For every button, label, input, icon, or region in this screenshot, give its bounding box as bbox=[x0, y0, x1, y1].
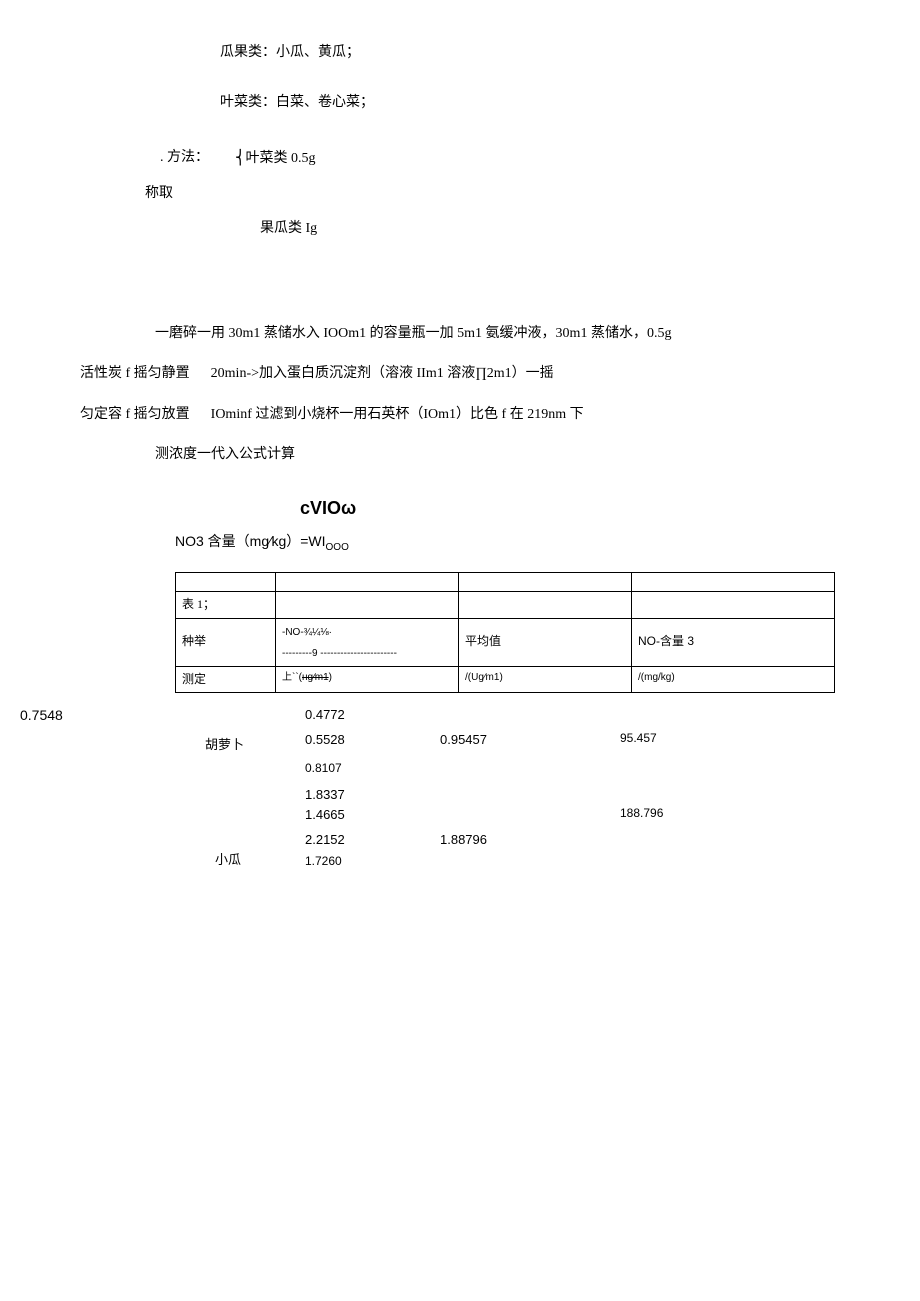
side-value: 0.7548 bbox=[20, 703, 63, 728]
step-3: 匀定容 f 摇匀放置 IOminf 过滤到小烧杯一用石英杯（IOm1）比色 f … bbox=[80, 402, 860, 427]
table-row: 测定 上``(нg∕m1) /(Ug∕m1) /(mg/kg) bbox=[176, 666, 835, 693]
weigh-label: 称取 bbox=[145, 181, 860, 206]
cell-measure: 测定 bbox=[176, 666, 276, 693]
no3-formula: NO3 含量（mg∕kg）=WIOOO bbox=[175, 529, 860, 557]
sample-melon: 小瓜 bbox=[215, 848, 241, 871]
formula-cviow: cVΙOω bbox=[300, 492, 860, 524]
table-row: 表 1； bbox=[176, 592, 835, 619]
average: 1.88796 bbox=[440, 828, 487, 851]
average: 0.95457 bbox=[440, 728, 487, 751]
cell-unit-2: /(Ug∕m1) bbox=[459, 666, 632, 693]
step-2: 活性炭 f 摇匀静置 20min->加入蛋白质沉淀剂（溶液 IIm1 溶液∏2m… bbox=[80, 361, 860, 386]
leaf-amount: ⎨叶菜类 0.5g bbox=[235, 146, 860, 171]
data-values-area: 0.7548 0.4772 胡萝卜 0.5528 0.95457 95.457 … bbox=[60, 703, 860, 953]
sample-carrot: 胡萝卜 bbox=[205, 733, 244, 756]
content: 188.796 bbox=[620, 803, 663, 825]
col-average: 平均值 bbox=[459, 618, 632, 666]
reading: 0.5528 bbox=[305, 728, 345, 751]
col-species: 种举 bbox=[176, 618, 276, 666]
step-1: 一磨碎一用 30m1 蒸储水入 IOOm1 的容量瓶一加 5m1 氨缓冲液，30… bbox=[155, 321, 860, 346]
cell-unit-3: /(mg/kg) bbox=[632, 666, 835, 693]
reading: 1.7260 bbox=[305, 851, 342, 873]
reading: 0.4772 bbox=[305, 703, 345, 726]
reading: 0.8107 bbox=[305, 758, 342, 780]
melon-class-text: 瓜果类：小瓜、黄瓜； bbox=[220, 40, 860, 65]
table-row bbox=[176, 573, 835, 592]
leaf-class-text: 叶菜类：白菜、卷心菜； bbox=[220, 90, 860, 115]
table-title-cell: 表 1； bbox=[176, 592, 276, 619]
formula-block: cVΙOω NO3 含量（mg∕kg）=WIOOO bbox=[60, 492, 860, 557]
step-4: 测浓度一代入公式计算 bbox=[155, 442, 860, 467]
fruit-amount: 果瓜类 Ig bbox=[260, 216, 860, 241]
data-table-header: 表 1； 种举 -NO-¾¼⅛· ---------9 ------------… bbox=[175, 572, 835, 693]
col-no-content: NO-含量 3 bbox=[632, 618, 835, 666]
no3-formula-sub: OOO bbox=[326, 542, 349, 553]
content: 95.457 bbox=[620, 728, 657, 750]
reading: 2.2152 bbox=[305, 828, 345, 851]
reading: 1.4665 bbox=[305, 803, 345, 826]
no3-formula-main: NO3 含量（mg∕kg）=WI bbox=[175, 533, 326, 549]
table-row: 种举 -NO-¾¼⅛· ---------9 -----------------… bbox=[176, 618, 835, 666]
col-no-header: -NO-¾¼⅛· ---------9 --------------------… bbox=[276, 618, 459, 666]
cell-unit-1: 上``(нg∕m1) bbox=[276, 666, 459, 693]
